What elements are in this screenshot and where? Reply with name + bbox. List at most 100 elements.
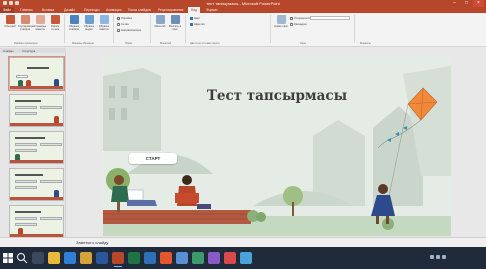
browser-icon[interactable] xyxy=(160,252,172,264)
slide-thumbnail[interactable]: 3 xyxy=(9,131,64,164)
thumbnail-answer xyxy=(15,186,37,189)
network-icon[interactable] xyxy=(430,255,434,259)
thumbnail-answer xyxy=(15,223,37,226)
file-explorer-icon[interactable] xyxy=(48,252,60,264)
title-bar: тест тапсырмасы - Microsoft PowerPoint –… xyxy=(0,0,486,7)
thumbnail-title xyxy=(27,67,49,69)
notes-page-icon xyxy=(35,15,45,24)
cascade-button[interactable]: Каскадом xyxy=(290,22,307,26)
search-icon[interactable] xyxy=(16,252,28,264)
windows-start-icon[interactable] xyxy=(3,253,13,263)
thumbnail-floor xyxy=(10,197,63,200)
app-icon[interactable] xyxy=(224,252,236,264)
arrange-icon xyxy=(290,16,293,20)
brick-wall xyxy=(103,210,251,224)
slide-master-icon xyxy=(69,15,79,24)
slide-thumbnail[interactable]: 1 xyxy=(8,56,65,91)
ribbon-separator xyxy=(150,15,151,43)
thumbnail-panel-tabs: Слайды Структура xyxy=(0,48,66,53)
minimize-icon[interactable]: – xyxy=(449,0,460,7)
window-title: тест тапсырмасы - Microsoft PowerPoint xyxy=(206,1,280,6)
start-button[interactable]: СТАРТ xyxy=(129,153,177,164)
child-head xyxy=(182,175,192,185)
ribbon-separator xyxy=(354,15,355,43)
taskbar xyxy=(0,247,486,269)
app-icon[interactable] xyxy=(208,252,220,264)
powerpoint-icon[interactable] xyxy=(112,252,124,267)
thumbnail-answer xyxy=(15,143,37,146)
thumbnail-answer xyxy=(40,143,62,146)
notes-pane[interactable]: Заметки к слайду xyxy=(0,237,486,247)
maximize-icon[interactable]: □ xyxy=(461,0,472,7)
excel-icon[interactable] xyxy=(128,252,140,264)
task-view-icon[interactable] xyxy=(32,252,44,264)
app-icon[interactable] xyxy=(176,252,188,264)
thumbnail-title xyxy=(15,100,41,102)
slide-thumbnail[interactable]: 2 xyxy=(9,94,64,127)
reading-view-button[interactable]: Режим чтения xyxy=(48,15,62,39)
group-label-color: Цвет или оттенки серого xyxy=(190,42,220,45)
slide-master-button[interactable]: Образец слайдов xyxy=(67,15,81,39)
notes-master-icon xyxy=(99,15,109,24)
red-book xyxy=(175,193,199,203)
slide-title[interactable]: Тест тапсырмасы xyxy=(103,88,451,104)
thumbnail-answer xyxy=(15,180,37,183)
window-controls: – □ × xyxy=(449,0,484,7)
new-window-icon xyxy=(276,15,286,24)
thumbnail-answer xyxy=(15,112,37,115)
thumbnail-title xyxy=(15,137,45,139)
notes-checkbox[interactable]: Заметки xyxy=(190,22,205,26)
app-icon[interactable] xyxy=(192,252,204,264)
group-label-window: Окно xyxy=(300,42,307,45)
checkbox-box xyxy=(190,16,193,20)
group-label-macros: Макросы xyxy=(360,42,371,45)
thumbnail-title xyxy=(15,174,43,176)
ruler-checkbox[interactable]: Линейка xyxy=(117,16,132,20)
thumbnail-start xyxy=(16,75,28,78)
word-icon[interactable] xyxy=(96,252,108,264)
color-mode-option[interactable]: Цвет xyxy=(190,16,200,20)
normal-view-button[interactable]: Обычный xyxy=(3,15,17,39)
child-head xyxy=(114,175,124,185)
switch-window-dropdown[interactable] xyxy=(310,16,350,20)
fit-to-window-button[interactable]: Вписать в окно xyxy=(168,15,182,39)
slide-sorter-icon xyxy=(20,15,30,24)
notes-text[interactable]: Заметки к слайду xyxy=(76,240,108,245)
volume-icon[interactable] xyxy=(436,255,440,259)
slide-canvas[interactable]: Тест тапсырмасы СТАРТ xyxy=(103,56,451,236)
checkbox-box xyxy=(117,22,120,26)
checkbox-box xyxy=(117,16,120,20)
gridlines-checkbox[interactable]: Сетка xyxy=(117,22,129,26)
slide-illustration xyxy=(103,66,451,236)
close-icon[interactable]: × xyxy=(473,0,484,7)
language-icon[interactable] xyxy=(442,255,446,259)
checkbox-box xyxy=(117,28,120,32)
bush xyxy=(256,212,266,222)
notes-master-button[interactable]: Образец заметок xyxy=(97,15,111,39)
cascade-icon xyxy=(290,22,293,26)
edge-icon[interactable] xyxy=(64,252,76,264)
mail-icon[interactable] xyxy=(80,252,92,264)
notes-page-button[interactable]: Страницы заметок xyxy=(33,15,47,39)
guides-checkbox[interactable]: Направляющие xyxy=(117,28,141,32)
tab-slides[interactable]: Слайды xyxy=(3,49,13,53)
slide-sorter-button[interactable]: Сортировщик слайдов xyxy=(18,15,34,39)
thumbnail-floor xyxy=(10,123,63,126)
child-legs xyxy=(127,200,157,206)
thumbnail-answer xyxy=(15,106,37,109)
child-leg xyxy=(376,216,379,224)
tab-outline[interactable]: Структура xyxy=(22,49,35,53)
app-icon[interactable] xyxy=(240,252,252,264)
thumbnail-title xyxy=(15,211,41,213)
store-icon[interactable] xyxy=(144,252,156,264)
new-window-button[interactable]: Новое окно xyxy=(274,15,288,39)
ribbon-separator xyxy=(113,15,114,43)
system-tray xyxy=(430,255,446,259)
slide-thumbnail[interactable]: 4 xyxy=(9,168,64,201)
zoom-button[interactable]: Масштаб xyxy=(153,15,167,39)
handout-master-button[interactable]: Образец выдач xyxy=(82,15,96,39)
tree-trunk xyxy=(292,202,294,216)
thumbnail-floor xyxy=(10,86,63,89)
slide-thumbnail[interactable]: 5 xyxy=(9,205,64,238)
ribbon-separator xyxy=(185,15,186,43)
